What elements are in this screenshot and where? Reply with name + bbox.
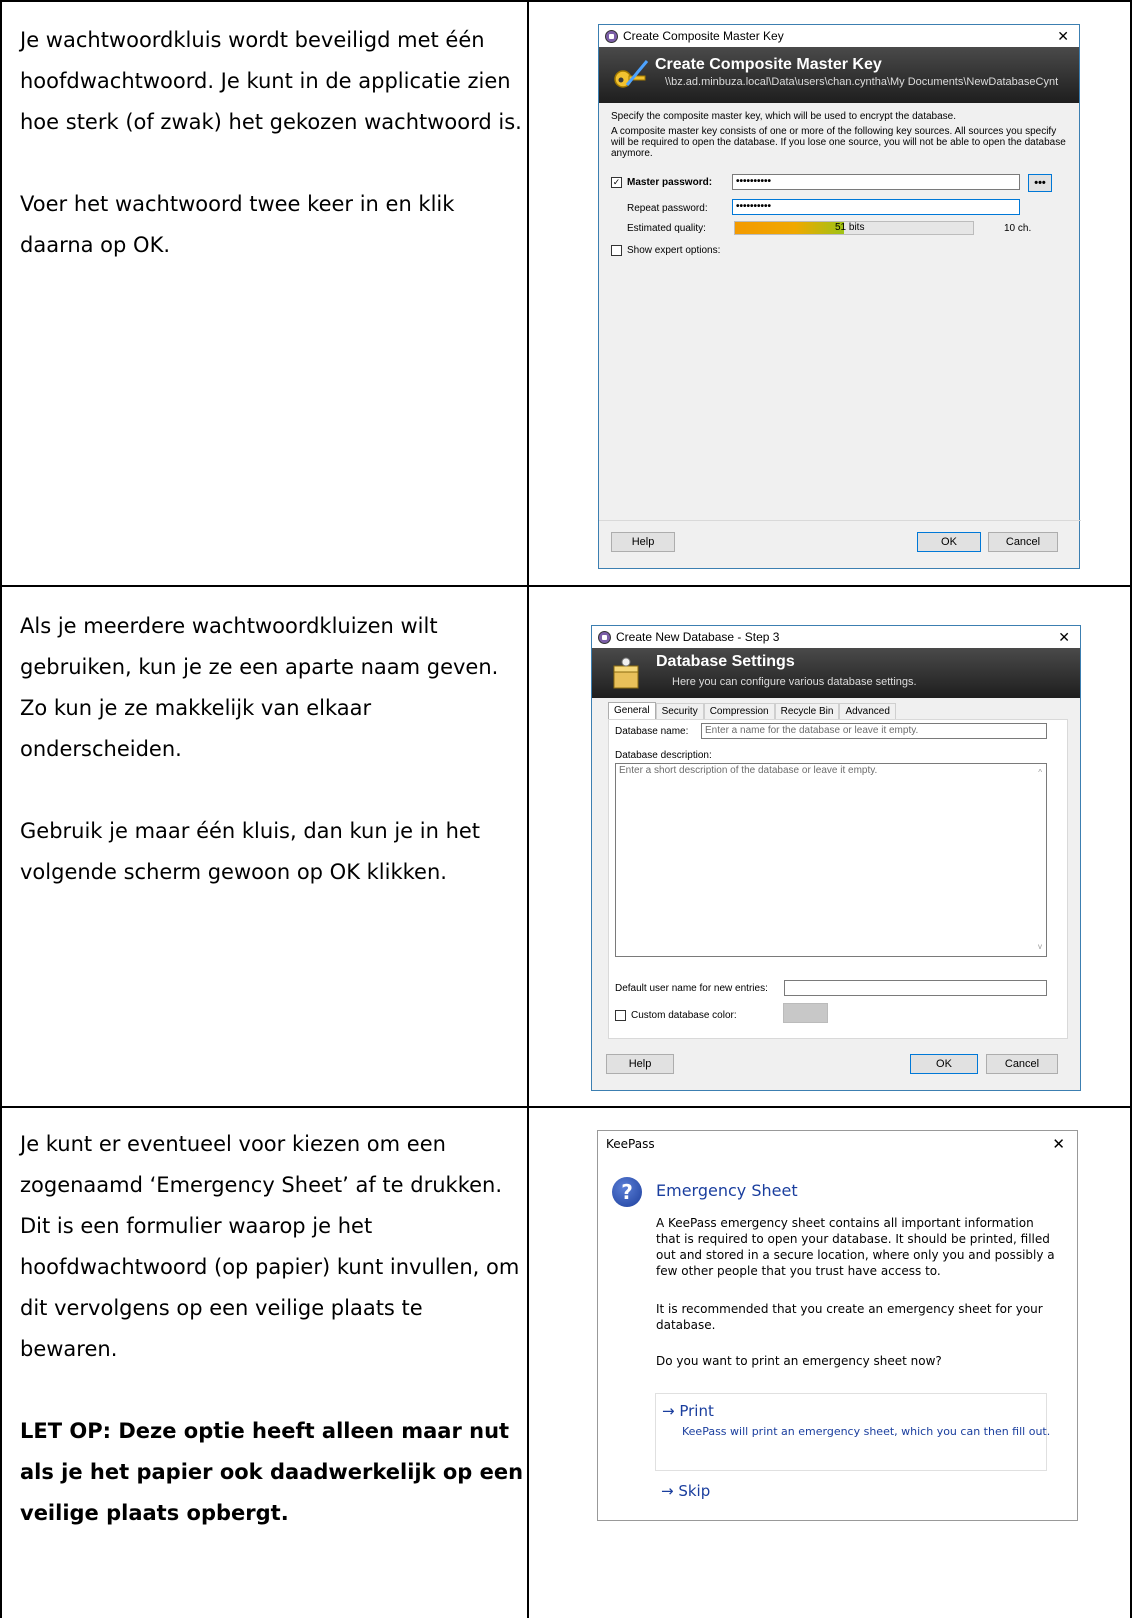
row1-paragraph-1: Je wachtwoordkluis wordt beveiligd met é…: [20, 28, 522, 134]
dialog1-help-button[interactable]: Help: [611, 532, 675, 552]
database-description-textarea[interactable]: Enter a short description of the databas…: [615, 763, 1047, 957]
row2-text: Als je meerdere wachtwoordkluizen wilt g…: [20, 606, 525, 934]
emergency-sheet-dialog: KeePass ✕ ? Emergency Sheet A KeePass em…: [597, 1130, 1078, 1521]
database-name-input[interactable]: Enter a name for the database or leave i…: [701, 723, 1047, 739]
dialog1-footer-divider: [599, 520, 1081, 521]
master-password-input[interactable]: ••••••••••: [732, 174, 1020, 190]
master-password-label: Master password:: [627, 177, 713, 188]
composite-master-key-dialog: Create Composite Master Key ✕ Create Com…: [598, 24, 1081, 569]
question-icon: ?: [612, 1177, 642, 1207]
dialog2-window-title: Create New Database - Step 3: [616, 630, 780, 644]
dialog1-banner-title: Create Composite Master Key: [655, 56, 882, 73]
dialog2-help-button[interactable]: Help: [606, 1054, 674, 1074]
database-description-label: Database description:: [615, 750, 712, 761]
dialog2-cancel-button[interactable]: Cancel: [986, 1054, 1058, 1074]
print-command-description: KeePass will print an emergency sheet, w…: [682, 1425, 1051, 1438]
tab-general[interactable]: General: [608, 702, 656, 720]
dialog1-intro-text: Specify the composite master key, which …: [611, 111, 956, 122]
quality-bits: 51 bits: [835, 222, 865, 233]
dialog2-ok-button[interactable]: OK: [910, 1054, 978, 1074]
quality-meter: 51 bits: [734, 221, 974, 235]
emergency-sheet-heading: Emergency Sheet: [656, 1181, 798, 1200]
dialog1-banner: Create Composite Master Key \\bz.ad.minb…: [599, 47, 1079, 103]
dialog1-database-path: \\bz.ad.minbuza.local\Data\users\chan.cy…: [665, 76, 1059, 88]
check-icon: ✓: [612, 177, 621, 187]
dialog1-window-title: Create Composite Master Key: [623, 29, 784, 43]
expert-options-label: Show expert options:: [627, 245, 721, 256]
row3-text: Je kunt er eventueel voor kiezen om een …: [20, 1124, 525, 1575]
table-row-divider-1: [0, 585, 1132, 587]
tab-security[interactable]: Security: [655, 703, 704, 720]
tab-compression[interactable]: Compression: [703, 703, 775, 720]
row1-text: Je wachtwoordkluis wordt beveiligd met é…: [20, 20, 525, 307]
key-icon: [614, 60, 649, 88]
table-row-divider-2: [0, 1106, 1132, 1108]
row2-paragraph-2: Gebruik je maar één kluis, dan kun je in…: [20, 819, 481, 884]
emergency-sheet-question: Do you want to print an emergency sheet …: [656, 1354, 942, 1368]
dialog2-banner: Database Settings Here you can configure…: [592, 648, 1080, 698]
table-border-left: [0, 0, 2, 1618]
custom-color-swatch[interactable]: [783, 1003, 828, 1023]
emergency-sheet-body-2: It is recommended that you create an eme…: [656, 1302, 1043, 1332]
dialog2-tab-strip: General Security Compression Recycle Bin…: [608, 702, 896, 720]
quality-meter-fill: [735, 222, 845, 234]
custom-color-checkbox[interactable]: [615, 1010, 626, 1021]
table-border-top: [0, 0, 1132, 2]
default-username-label: Default user name for new entries:: [615, 983, 768, 994]
emergency-sheet-body-1: A KeePass emergency sheet contains all i…: [656, 1216, 1055, 1278]
skip-command-link[interactable]: → Skip: [661, 1482, 710, 1500]
lock-icon: [605, 29, 618, 43]
custom-color-label: Custom database color:: [631, 1010, 737, 1021]
show-password-button[interactable]: •••: [1028, 174, 1052, 192]
chevron-down-icon[interactable]: v: [1038, 940, 1042, 954]
chevron-up-icon[interactable]: ^: [1038, 766, 1042, 780]
dialog2-banner-title: Database Settings: [656, 653, 795, 670]
row3-warning: LET OP: Deze optie heeft alleen maar nut…: [20, 1419, 524, 1525]
repeat-password-label: Repeat password:: [627, 203, 708, 214]
tab-advanced[interactable]: Advanced: [839, 703, 896, 720]
estimated-quality-label: Estimated quality:: [627, 223, 706, 234]
row1-paragraph-2: Voer het wachtwoord twee keer in en klik…: [20, 192, 455, 257]
lock-icon: [598, 630, 611, 644]
row2-paragraph-1: Als je meerdere wachtwoordkluizen wilt g…: [20, 614, 499, 761]
database-name-label: Database name:: [615, 726, 689, 737]
default-username-input[interactable]: [784, 980, 1047, 996]
print-command-label: → Print: [662, 1402, 714, 1420]
print-command-link[interactable]: → Print KeePass will print an emergency …: [655, 1393, 1050, 1471]
close-icon[interactable]: ✕: [1052, 1135, 1065, 1153]
quality-char-count: 10 ch.: [1004, 223, 1032, 234]
dialog2-banner-subtitle: Here you can configure various database …: [672, 676, 917, 688]
close-icon[interactable]: ✕: [1057, 28, 1069, 45]
dialog1-ok-button[interactable]: OK: [917, 532, 981, 552]
dialog1-titlebar: Create Composite Master Key ✕: [599, 25, 1079, 47]
tab-recycle-bin[interactable]: Recycle Bin: [774, 703, 840, 720]
close-icon[interactable]: ✕: [1058, 629, 1070, 646]
row3-paragraph-1: Je kunt er eventueel voor kiezen om een …: [20, 1132, 520, 1361]
dialog3-window-title: KeePass: [606, 1137, 655, 1151]
table-column-divider: [527, 0, 529, 1618]
dialog1-cancel-button[interactable]: Cancel: [988, 532, 1058, 552]
database-description-placeholder: Enter a short description of the databas…: [619, 765, 878, 776]
database-icon: [613, 657, 639, 689]
expert-options-checkbox[interactable]: [611, 245, 622, 256]
database-settings-dialog: Create New Database - Step 3 ✕ Database …: [591, 625, 1081, 1091]
dialog2-titlebar: Create New Database - Step 3 ✕: [592, 626, 1080, 648]
repeat-password-input[interactable]: ••••••••••: [732, 199, 1020, 215]
general-tab-panel: Database name: Enter a name for the data…: [608, 719, 1068, 1039]
dialog1-description: A composite master key consists of one o…: [611, 126, 1066, 159]
master-password-checkbox[interactable]: ✓: [611, 177, 622, 188]
